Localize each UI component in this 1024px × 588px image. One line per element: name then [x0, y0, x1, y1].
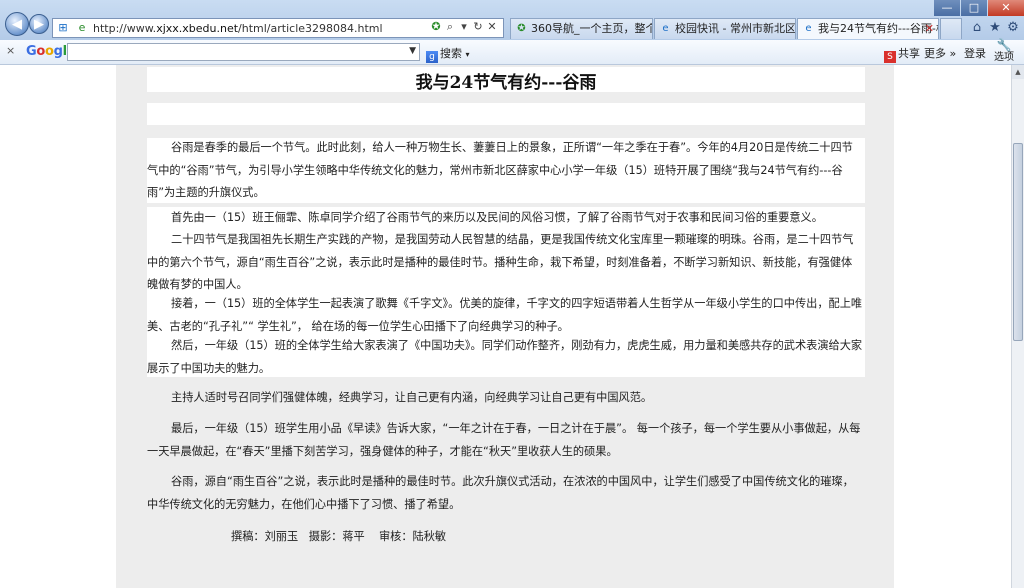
scroll-up-button[interactable]: ▲: [1012, 65, 1024, 79]
chevron-down-icon[interactable]: ▼: [409, 46, 416, 56]
tab-label: 360导航_一个主页，整个世界: [531, 22, 652, 35]
compatibility-icon[interactable]: ⊞: [56, 21, 70, 35]
ie-page-icon: e: [78, 21, 86, 34]
google-search-input[interactable]: ▼: [67, 43, 420, 61]
address-bar[interactable]: ⊞ e http://www.xjxx.xbedu.net/html/artic…: [52, 18, 504, 38]
arrow-right-icon: ▶: [34, 17, 44, 32]
url-prefix: http://www.: [93, 22, 157, 35]
close-icon: ✕: [1001, 1, 1011, 14]
arrow-left-icon: ◀: [12, 17, 22, 32]
refresh-icon[interactable]: ↻: [471, 20, 485, 33]
article-paragraph: 二十四节气是我国祖先长期生产实践的产物，是我国劳动人民智慧的结晶，更是我国传统文…: [147, 233, 854, 292]
url-path: /html/article3298084.html: [238, 22, 383, 35]
home-icon[interactable]: ⌂: [968, 20, 986, 35]
browser-title-bar: ◀ ▶ ⊞ e http://www.xjxx.xbedu.net/html/a…: [0, 0, 1024, 41]
share-icon: S: [884, 51, 896, 63]
browser-tools: ⌂ ★ ⚙: [968, 20, 1022, 35]
tab-campus-news[interactable]: e 校园快讯 - 常州市新北区薛家...: [654, 18, 796, 39]
search-button-label: 搜索: [440, 47, 462, 60]
article-paragraph: 谷雨是春季的最后一个节气。此时此刻，给人一种万物生长、萋萋日上的景象，正所谓“一…: [147, 141, 853, 200]
article-paragraph: 首先由一（15）班王俪霏、陈卓同学介绍了谷雨节气的来历以及民间的风俗习惯，了解了…: [171, 211, 823, 224]
article-credits: 撰稿：刘丽玉 摄影：蒋平 审核：陆秋敏: [231, 530, 447, 543]
article-paragraph: 最后，一年级（15）班学生用小品《早读》告诉大家，“一年之计在于春，一日之计在于…: [147, 422, 861, 458]
vertical-scrollbar[interactable]: ▲: [1011, 65, 1024, 588]
share-button[interactable]: S 共享: [884, 45, 920, 63]
dropdown-icon[interactable]: ▾: [457, 20, 471, 33]
address-bar-actions: ✪ ⌕ ▾ ↻ ✕: [429, 20, 499, 36]
tab-label: 校园快讯 - 常州市新北区薛家...: [675, 22, 796, 35]
article-paragraph: 接着，一（15）班的全体学生一起表演了歌舞《千字文》。优美的旋律，千字文的四字短…: [147, 297, 863, 333]
maximize-button[interactable]: □: [961, 0, 987, 16]
favorites-star-icon[interactable]: ★: [986, 20, 1004, 35]
scrollbar-thumb[interactable]: [1013, 143, 1023, 341]
forward-button[interactable]: ▶: [29, 14, 49, 34]
close-tab-icon[interactable]: ✕: [925, 19, 934, 39]
ie-page-icon: e: [662, 23, 669, 34]
chevron-down-icon[interactable]: ▾: [466, 50, 470, 59]
compass-icon: ✪: [517, 23, 526, 34]
minimize-icon: —: [941, 1, 953, 14]
article-paragraph: 谷雨，源自“雨生百谷”之说，表示此时是播种的最佳时节。此次升旗仪式活动，在浓浓的…: [147, 475, 854, 511]
tab-360-nav[interactable]: ✪ 360导航_一个主页，整个世界: [510, 18, 653, 39]
back-button[interactable]: ◀: [5, 12, 29, 36]
share-label: 共享: [898, 47, 920, 60]
article-paragraph: 然后，一年级（15）班的全体学生给大家表演了《中国功夫》。同学们动作整齐，刚劲有…: [147, 339, 863, 375]
google-g-icon: g: [426, 51, 438, 63]
tab-label: 我与24节气有约---谷雨-校...: [818, 22, 938, 35]
address-url[interactable]: http://www.xjxx.xbedu.net/html/article32…: [93, 22, 383, 35]
google-search-button[interactable]: g 搜索 ▾: [426, 45, 470, 63]
maximize-icon: □: [968, 1, 980, 14]
options-button[interactable]: 🔧 选项: [989, 38, 1019, 63]
ie-page-icon: e: [805, 23, 812, 34]
gear-icon[interactable]: ⚙: [1004, 20, 1022, 35]
compass-icon[interactable]: ✪: [429, 20, 443, 33]
page-viewport: 我与24节气有约---谷雨 谷雨是春季的最后一个节气。此时此刻，给人一种万物生长…: [0, 65, 1011, 588]
close-window-button[interactable]: ✕: [988, 0, 1024, 16]
article-title: 我与24节气有约---谷雨: [415, 73, 597, 93]
search-icon[interactable]: ⌕: [443, 20, 457, 34]
url-host: xjxx.xbedu.net: [156, 22, 239, 35]
tab-article-active[interactable]: e 我与24节气有约---谷雨-校... ✕: [797, 18, 939, 39]
login-button[interactable]: 登录: [964, 45, 986, 61]
toolbar-close-icon[interactable]: ×: [6, 44, 15, 57]
more-button[interactable]: 更多 »: [924, 45, 956, 61]
article-paragraph: 主持人适时号召同学们强健体魄，经典学习，让自己更有内涵，向经典学习让自己更有中国…: [171, 391, 653, 404]
google-toolbar: × Google ▼ g搜索 ▾ S共享 更多 » 登录 🔧选项: [0, 38, 1024, 65]
wrench-icon: 🔧: [996, 38, 1012, 52]
empty-band: [147, 103, 865, 125]
stop-icon[interactable]: ✕: [485, 20, 499, 33]
options-label: 选项: [994, 52, 1014, 63]
arrow-up-icon: ▲: [1015, 68, 1021, 76]
new-tab-button[interactable]: [940, 18, 962, 39]
minimize-button[interactable]: —: [934, 0, 960, 16]
